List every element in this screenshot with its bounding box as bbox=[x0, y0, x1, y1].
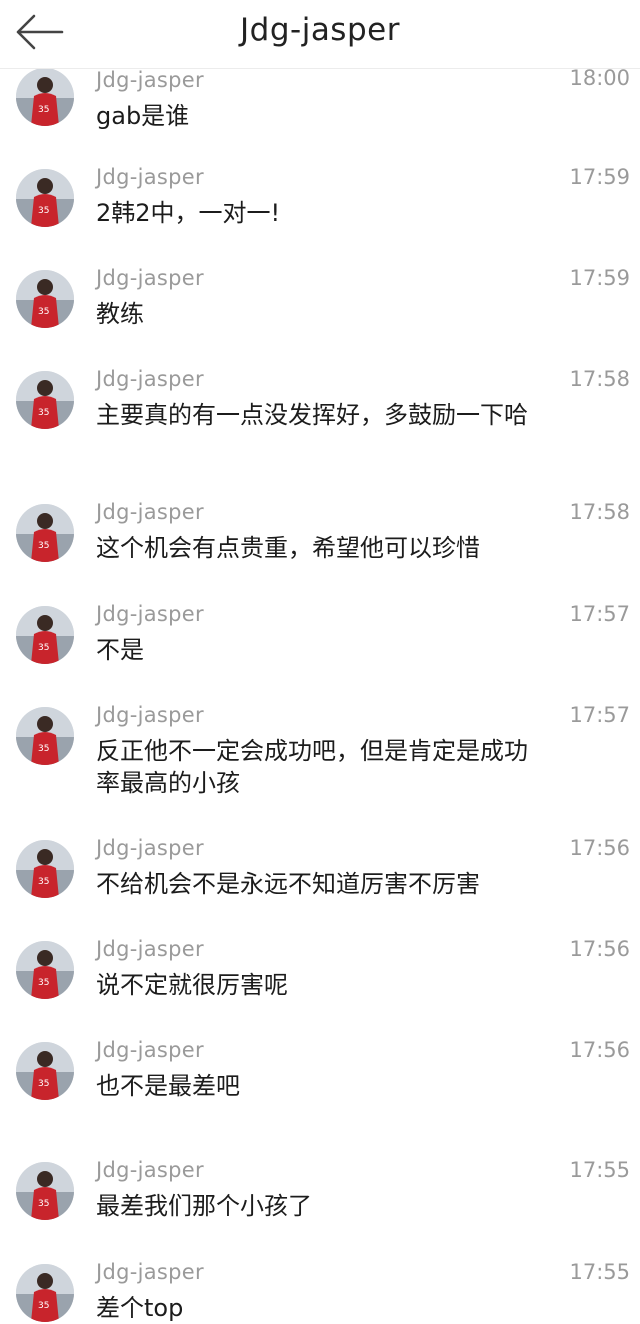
message-time: 17:56 bbox=[569, 836, 630, 860]
message-time: 17:58 bbox=[569, 367, 630, 391]
sender-name: Jdg-jasper bbox=[96, 367, 204, 391]
avatar[interactable]: 35 bbox=[16, 169, 74, 227]
svg-text:35: 35 bbox=[38, 307, 49, 317]
sender-name: Jdg-jasper bbox=[96, 165, 204, 189]
svg-text:35: 35 bbox=[38, 1079, 49, 1089]
avatar[interactable]: 35 bbox=[16, 504, 74, 562]
message-time: 17:57 bbox=[569, 703, 630, 727]
message-text: 差个top bbox=[96, 1294, 184, 1322]
sender-name: Jdg-jasper bbox=[96, 1038, 204, 1062]
svg-text:35: 35 bbox=[38, 1301, 49, 1311]
sender-name: Jdg-jasper bbox=[96, 703, 204, 727]
message-text: 2韩2中，一对一! bbox=[96, 199, 281, 227]
message-text: 也不是最差吧 bbox=[96, 1072, 240, 1100]
message-text: 最差我们那个小孩了 bbox=[96, 1192, 312, 1220]
message-text: 说不定就很厉害呢 bbox=[96, 971, 288, 999]
message-row[interactable]: 35 Jdg-jasper 17:59 教练 bbox=[0, 252, 640, 354]
sender-name: Jdg-jasper bbox=[96, 836, 204, 860]
message-time: 18:00 bbox=[569, 66, 630, 90]
message-time: 17:59 bbox=[569, 165, 630, 189]
sender-name: Jdg-jasper bbox=[96, 1158, 204, 1182]
svg-text:35: 35 bbox=[38, 978, 49, 988]
message-row[interactable]: 35 Jdg-jasper 17:57 不是 bbox=[0, 588, 640, 690]
avatar[interactable]: 35 bbox=[16, 707, 74, 765]
top-bar: Jdg-jasper bbox=[0, 0, 640, 69]
avatar[interactable]: 35 bbox=[16, 1264, 74, 1322]
avatar[interactable]: 35 bbox=[16, 1162, 74, 1220]
avatar[interactable]: 35 bbox=[16, 371, 74, 429]
message-row[interactable]: 35 Jdg-jasper 17:55 最差我们那个小孩了 bbox=[0, 1144, 640, 1247]
avatar[interactable]: 35 bbox=[16, 840, 74, 898]
message-text: 这个机会有点贵重，希望他可以珍惜 bbox=[96, 534, 480, 562]
message-text: 不给机会不是永远不知道厉害不厉害 bbox=[96, 870, 480, 898]
message-text: 反正他不一定会成功吧，但是肯定是成功率最高的小孩 bbox=[96, 737, 528, 797]
message-row[interactable]: 35 Jdg-jasper 17:58 主要真的有一点没发挥好，多鼓励一下哈 bbox=[0, 353, 640, 487]
message-time: 17:56 bbox=[569, 937, 630, 961]
avatar[interactable]: 35 bbox=[16, 270, 74, 328]
sender-name: Jdg-jasper bbox=[96, 1260, 204, 1284]
sender-name: Jdg-jasper bbox=[96, 68, 204, 92]
message-time: 17:56 bbox=[569, 1038, 630, 1062]
message-time: 17:55 bbox=[569, 1260, 630, 1284]
message-time: 17:58 bbox=[569, 500, 630, 524]
svg-text:35: 35 bbox=[38, 206, 49, 216]
svg-text:35: 35 bbox=[38, 105, 49, 115]
message-time: 17:59 bbox=[569, 266, 630, 290]
message-row[interactable]: 35 Jdg-jasper 17:56 也不是最差吧 bbox=[0, 1024, 640, 1145]
message-row[interactable]: 35 Jdg-jasper 17:59 2韩2中，一对一! bbox=[0, 151, 640, 253]
svg-text:35: 35 bbox=[38, 877, 49, 887]
message-row[interactable]: 35 Jdg-jasper 17:57 反正他不一定会成功吧，但是肯定是成功率最… bbox=[0, 689, 640, 823]
sender-name: Jdg-jasper bbox=[96, 266, 204, 290]
message-row[interactable]: 35 Jdg-jasper 17:58 这个机会有点贵重，希望他可以珍惜 bbox=[0, 486, 640, 589]
svg-text:35: 35 bbox=[38, 744, 49, 754]
avatar[interactable]: 35 bbox=[16, 68, 74, 126]
svg-text:35: 35 bbox=[38, 643, 49, 653]
page-title: Jdg-jasper bbox=[240, 12, 400, 48]
message-text: 教练 bbox=[96, 300, 144, 328]
message-row[interactable]: 35 Jdg-jasper 17:55 差个top bbox=[0, 1246, 640, 1323]
message-row[interactable]: 35 Jdg-jasper 17:56 说不定就很厉害呢 bbox=[0, 923, 640, 1025]
message-text: 主要真的有一点没发挥好，多鼓励一下哈 bbox=[96, 401, 528, 429]
svg-text:35: 35 bbox=[38, 541, 49, 551]
svg-text:35: 35 bbox=[38, 408, 49, 418]
sender-name: Jdg-jasper bbox=[96, 937, 204, 961]
avatar[interactable]: 35 bbox=[16, 941, 74, 999]
message-text: 不是 bbox=[96, 636, 144, 664]
avatar[interactable]: 35 bbox=[16, 606, 74, 664]
sender-name: Jdg-jasper bbox=[96, 500, 204, 524]
sender-name: Jdg-jasper bbox=[96, 602, 204, 626]
message-time: 17:57 bbox=[569, 602, 630, 626]
avatar[interactable]: 35 bbox=[16, 1042, 74, 1100]
message-text: gab是谁 bbox=[96, 102, 190, 130]
message-row[interactable]: 35 Jdg-jasper 17:56 不给机会不是永远不知道厉害不厉害 bbox=[0, 822, 640, 924]
svg-text:35: 35 bbox=[38, 1199, 49, 1209]
message-time: 17:55 bbox=[569, 1158, 630, 1182]
